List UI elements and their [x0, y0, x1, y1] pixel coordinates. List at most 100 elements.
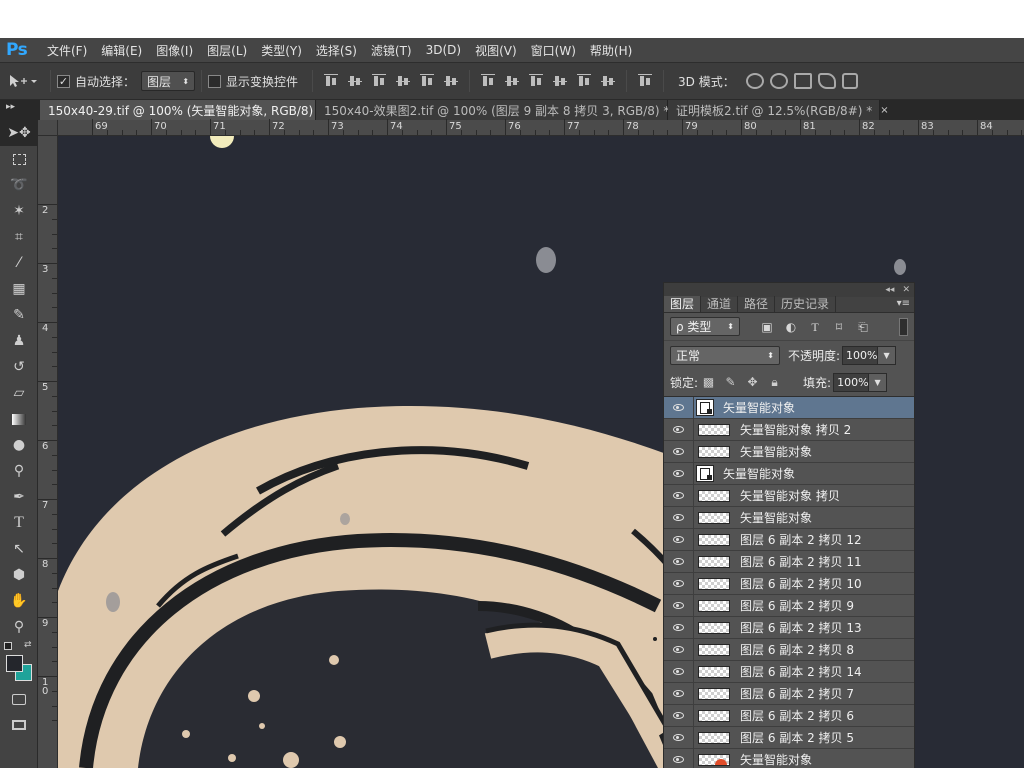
smart-object-filter-icon[interactable]: ⎗ — [856, 321, 870, 333]
screen-mode-button[interactable] — [0, 712, 38, 738]
layer-thumbnail[interactable] — [698, 445, 730, 458]
3d-camera-icon[interactable] — [841, 73, 858, 89]
layer-visibility-toggle[interactable] — [664, 550, 694, 573]
brush-tool[interactable]: ✎ — [0, 302, 38, 328]
layer-row[interactable]: 图层 6 副本 2 拷贝 14 — [664, 660, 914, 683]
layer-name[interactable]: 矢量智能对象 拷贝 — [740, 487, 840, 504]
distribute-bottom-icon[interactable] — [529, 73, 544, 89]
layer-row[interactable]: 矢量智能对象 — [664, 462, 914, 485]
default-colors-icon[interactable] — [4, 642, 12, 650]
layer-thumbnail[interactable] — [698, 599, 730, 612]
layer-thumbnail[interactable] — [698, 709, 730, 722]
layer-visibility-toggle[interactable] — [664, 748, 694, 768]
auto-align-icon[interactable] — [638, 73, 653, 89]
menu-image[interactable]: 图像(I) — [149, 42, 200, 59]
close-panel-icon[interactable]: ✕ — [902, 285, 910, 295]
layer-name[interactable]: 图层 6 副本 2 拷贝 8 — [740, 641, 854, 658]
type-filter-icon[interactable]: T — [808, 321, 822, 333]
layer-thumbnail[interactable] — [698, 665, 730, 678]
menu-3d[interactable]: 3D(D) — [419, 43, 468, 57]
layer-name[interactable]: 矢量智能对象 — [723, 465, 795, 482]
layer-row[interactable]: 矢量智能对象 — [664, 506, 914, 529]
menu-select[interactable]: 选择(S) — [309, 42, 364, 59]
lock-transparency-icon[interactable]: ▩ — [702, 376, 715, 389]
align-right-icon[interactable] — [444, 73, 459, 89]
layer-name[interactable]: 图层 6 副本 2 拷贝 7 — [740, 685, 854, 702]
layer-name[interactable]: 图层 6 副本 2 拷贝 10 — [740, 575, 862, 592]
foreground-color-swatch[interactable] — [6, 655, 23, 672]
smart-object-thumbnail[interactable] — [696, 399, 714, 416]
auto-select-checkbox[interactable]: ✓ — [57, 74, 70, 88]
distribute-vcenter-icon[interactable] — [505, 73, 520, 89]
eyedropper-tool[interactable]: ⁄ — [0, 250, 38, 276]
layer-name[interactable]: 矢量智能对象 — [740, 443, 812, 460]
layer-visibility-toggle[interactable] — [664, 704, 694, 727]
tab-channels[interactable]: 通道 — [701, 296, 739, 312]
layer-name[interactable]: 图层 6 副本 2 拷贝 11 — [740, 553, 862, 570]
dodge-tool[interactable]: ⚲ — [0, 458, 38, 484]
pen-tool[interactable]: ✒ — [0, 484, 38, 510]
3d-rotate-icon[interactable] — [745, 73, 764, 89]
layer-row[interactable]: 图层 6 副本 2 拷贝 10 — [664, 572, 914, 595]
smart-object-thumbnail[interactable] — [696, 465, 714, 482]
layer-visibility-toggle[interactable] — [664, 506, 694, 529]
layer-thumbnail[interactable] — [698, 423, 730, 436]
layer-visibility-toggle[interactable] — [664, 440, 694, 463]
menu-view[interactable]: 视图(V) — [468, 42, 524, 59]
ruler-origin[interactable] — [38, 120, 58, 136]
blend-mode-dropdown[interactable]: 正常 ⬍ — [670, 345, 780, 365]
3d-roll-icon[interactable] — [769, 73, 788, 89]
menu-type[interactable]: 类型(Y) — [254, 42, 309, 59]
layer-visibility-toggle[interactable] — [664, 418, 694, 441]
lasso-tool[interactable]: ➰ — [0, 172, 38, 198]
layer-row[interactable]: 矢量智能对象 — [664, 396, 914, 419]
type-tool[interactable]: T — [0, 510, 38, 536]
align-top-icon[interactable] — [324, 73, 339, 89]
layer-name[interactable]: 矢量智能对象 — [740, 509, 812, 526]
layer-row[interactable]: 矢量智能对象 — [664, 440, 914, 463]
layer-row[interactable]: 图层 6 副本 2 拷贝 12 — [664, 528, 914, 551]
distribute-top-icon[interactable] — [481, 73, 496, 89]
healing-tool[interactable]: ▦ — [0, 276, 38, 302]
layer-visibility-toggle[interactable] — [664, 616, 694, 639]
history-brush-tool[interactable]: ↺ — [0, 354, 38, 380]
layer-thumbnail[interactable] — [698, 643, 730, 656]
3d-drag-icon[interactable] — [793, 73, 812, 89]
tab-paths[interactable]: 路径 — [738, 296, 776, 312]
layer-thumbnail[interactable] — [698, 753, 730, 766]
collapse-panel-icon[interactable]: ◂◂ — [885, 285, 894, 295]
menu-window[interactable]: 窗口(W) — [524, 42, 583, 59]
adjustment-filter-icon[interactable]: ◐ — [784, 321, 798, 333]
layer-thumbnail[interactable] — [698, 489, 730, 502]
crop-tool[interactable]: ⌗ — [0, 224, 38, 250]
auto-select-dropdown[interactable]: 图层 ⬍ — [141, 71, 196, 91]
distribute-right-icon[interactable] — [601, 73, 616, 89]
3d-slide-icon[interactable] — [817, 73, 836, 89]
pixel-filter-icon[interactable]: ▣ — [760, 321, 774, 333]
layer-visibility-toggle[interactable] — [664, 682, 694, 705]
layer-thumbnail[interactable] — [698, 533, 730, 546]
layer-thumbnail[interactable] — [698, 577, 730, 590]
swap-colors-icon[interactable]: ⇄ — [24, 640, 32, 650]
fill-slider-button[interactable]: ▼ — [869, 373, 888, 392]
layer-thumbnail[interactable] — [698, 621, 730, 634]
layer-row[interactable]: 图层 6 副本 2 拷贝 7 — [664, 682, 914, 705]
layer-visibility-toggle[interactable] — [664, 726, 694, 749]
layer-visibility-toggle[interactable] — [664, 528, 694, 551]
layer-thumbnail[interactable] — [698, 731, 730, 744]
zoom-tool[interactable]: ⚲ — [0, 614, 38, 640]
lock-all-icon[interactable]: 🔒︎ — [768, 376, 781, 389]
filter-kind-dropdown[interactable]: ρ 类型 ⬍ — [670, 317, 740, 336]
marquee-tool[interactable] — [0, 146, 38, 172]
layer-thumbnail[interactable] — [698, 511, 730, 524]
menu-filter[interactable]: 滤镜(T) — [364, 42, 419, 59]
layer-visibility-toggle[interactable] — [664, 484, 694, 507]
eraser-tool[interactable]: ▱ — [0, 380, 38, 406]
layer-thumbnail[interactable] — [698, 555, 730, 568]
lock-pixels-icon[interactable]: ✎ — [724, 376, 737, 389]
layer-name[interactable]: 矢量智能对象 — [740, 751, 812, 768]
layer-row[interactable]: 图层 6 副本 2 拷贝 5 — [664, 726, 914, 749]
move-tool[interactable]: ➤✥ — [0, 120, 38, 146]
menu-help[interactable]: 帮助(H) — [583, 42, 639, 59]
layer-visibility-toggle[interactable] — [664, 396, 694, 419]
